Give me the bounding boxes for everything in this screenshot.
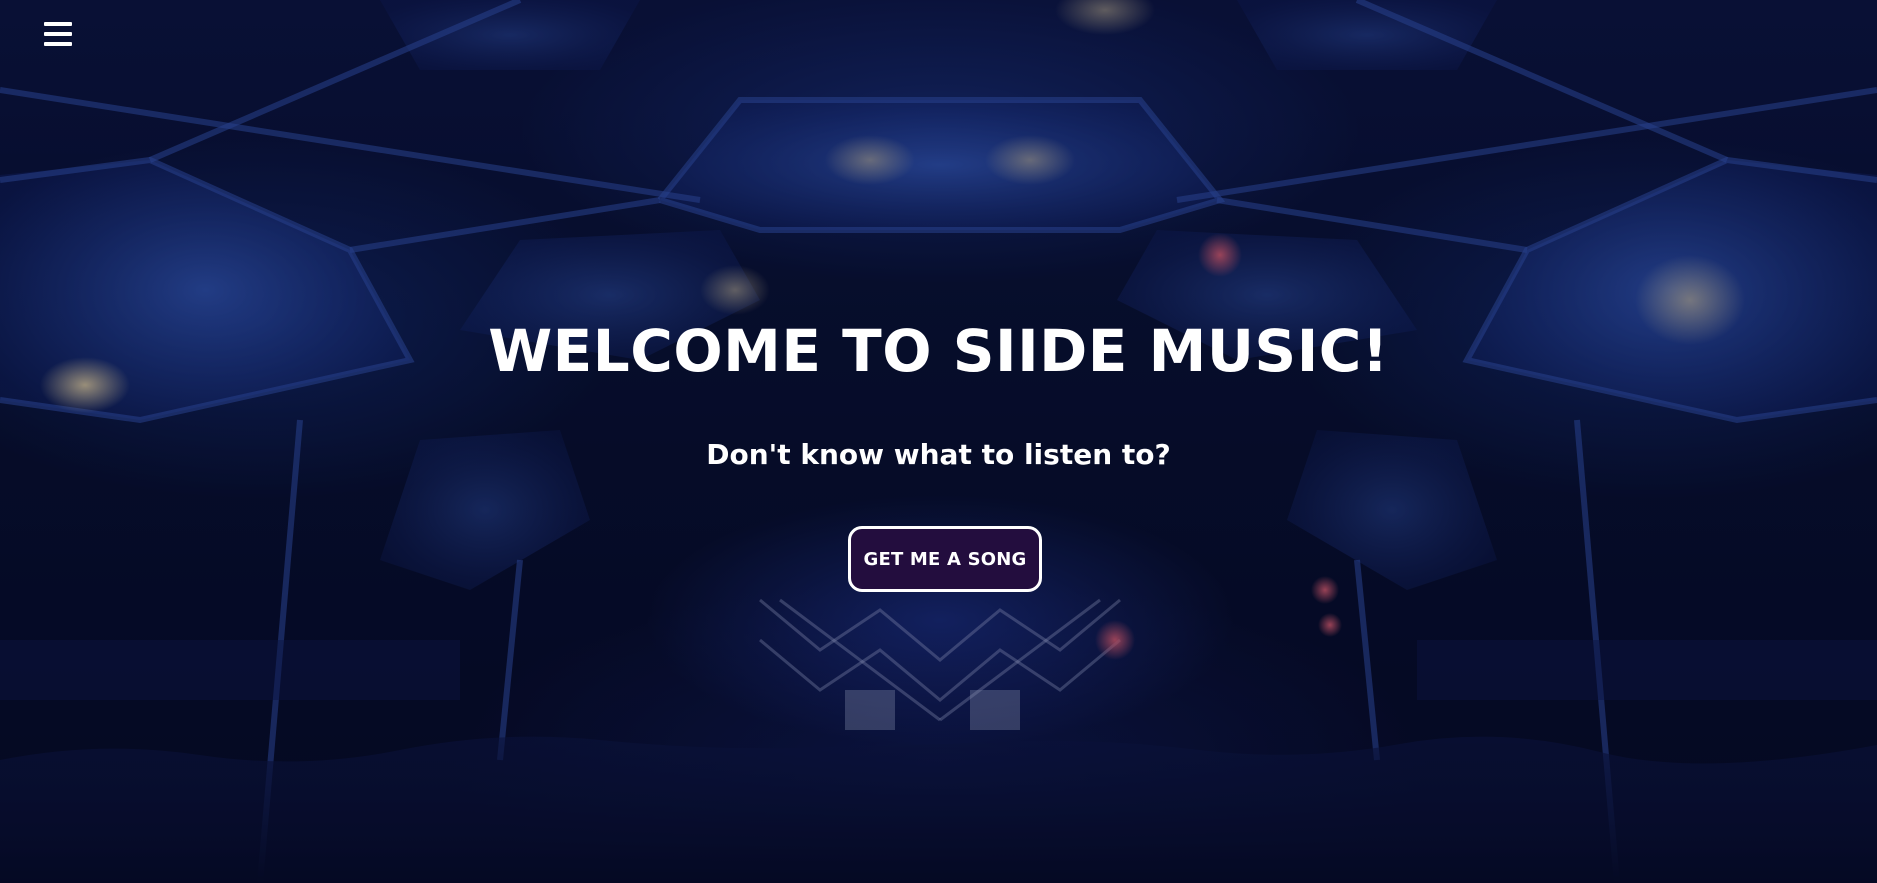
hero-section: WELCOME TO SIIDE MUSIC! Don't know what … — [0, 0, 1877, 883]
page-title: WELCOME TO SIIDE MUSIC! — [488, 317, 1389, 385]
get-me-a-song-button[interactable]: GET ME A SONG — [848, 526, 1042, 592]
page-subtitle: Don't know what to listen to? — [706, 438, 1171, 471]
hero-content: WELCOME TO SIIDE MUSIC! Don't know what … — [0, 0, 1877, 883]
